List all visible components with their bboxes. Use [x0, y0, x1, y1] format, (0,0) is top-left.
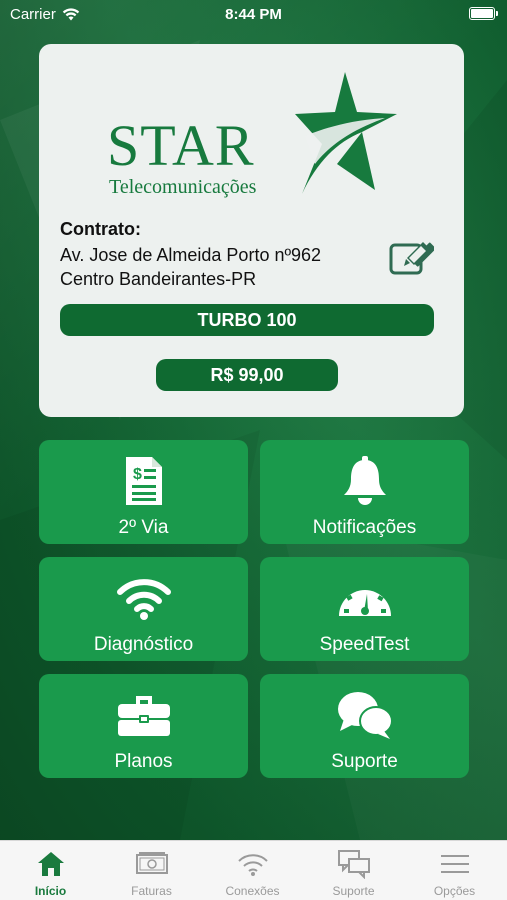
wifi-icon [237, 854, 268, 876]
tab-label: Faturas [131, 884, 172, 898]
tab-faturas[interactable]: Faturas [101, 841, 202, 900]
tile-label: Diagnóstico [93, 634, 194, 655]
contract-label: Contrato: [60, 219, 141, 239]
bell-icon [343, 456, 386, 505]
tab-opcoes[interactable]: Opções [404, 841, 505, 900]
tile-segunda-via[interactable]: $ 2º Via [39, 440, 248, 544]
invoice-document-icon: $ [125, 457, 162, 505]
tab-label: Conexões [225, 884, 280, 898]
tab-bar: Início Faturas Conexões Suporte Opções [0, 840, 507, 900]
money-icon [135, 852, 168, 874]
tab-conexoes[interactable]: Conexões [202, 841, 303, 900]
tile-label: SpeedTest [319, 634, 410, 655]
logo-subtitle: Telecomunicações [109, 176, 257, 198]
star-logo-icon [295, 72, 397, 194]
tile-label: Planos [114, 751, 173, 772]
tile-label: Suporte [331, 751, 398, 772]
tile-planos[interactable]: Planos [39, 674, 248, 778]
edit-contract-button[interactable] [388, 240, 436, 276]
tile-label: Notificações [312, 517, 417, 538]
tile-label: 2º Via [118, 517, 169, 538]
briefcase-icon [117, 696, 170, 736]
chat-bubbles-icon [337, 692, 393, 739]
edit-icon [389, 242, 436, 275]
battery-icon [469, 7, 498, 20]
svg-text:$: $ [133, 466, 142, 483]
tab-label: Opções [433, 884, 476, 898]
tab-inicio[interactable]: Início [0, 841, 101, 900]
status-time: 8:44 PM [225, 6, 282, 23]
menu-icon [440, 855, 469, 873]
status-bar: Carrier 8:44 PM [0, 0, 507, 30]
tab-suporte[interactable]: Suporte [303, 841, 404, 900]
tab-label: Suporte [332, 884, 375, 898]
chat-icon [337, 850, 370, 879]
contract-address-line2: Centro Bandeirantes-PR [60, 269, 257, 289]
speedometer-icon [338, 584, 391, 616]
tab-label: Início [34, 884, 67, 898]
home-icon [37, 852, 64, 876]
tile-speedtest[interactable]: SpeedTest [260, 557, 469, 661]
logo-name: STAR [107, 113, 255, 178]
tile-suporte[interactable]: Suporte [260, 674, 469, 778]
plan-badge: TURBO 100 [60, 304, 434, 336]
contract-address-line1: Av. Jose de Almeida Porto nº962 [60, 245, 322, 265]
tile-diagnostico[interactable]: Diagnóstico [39, 557, 248, 661]
price-badge: R$ 99,00 [156, 359, 338, 391]
contract-card: STAR Telecomunicações Contrato: Av. Jose… [39, 44, 464, 417]
company-logo: STAR Telecomunicações [107, 68, 397, 198]
tile-notificacoes[interactable]: Notificações [260, 440, 469, 544]
wifi-icon [116, 579, 171, 620]
